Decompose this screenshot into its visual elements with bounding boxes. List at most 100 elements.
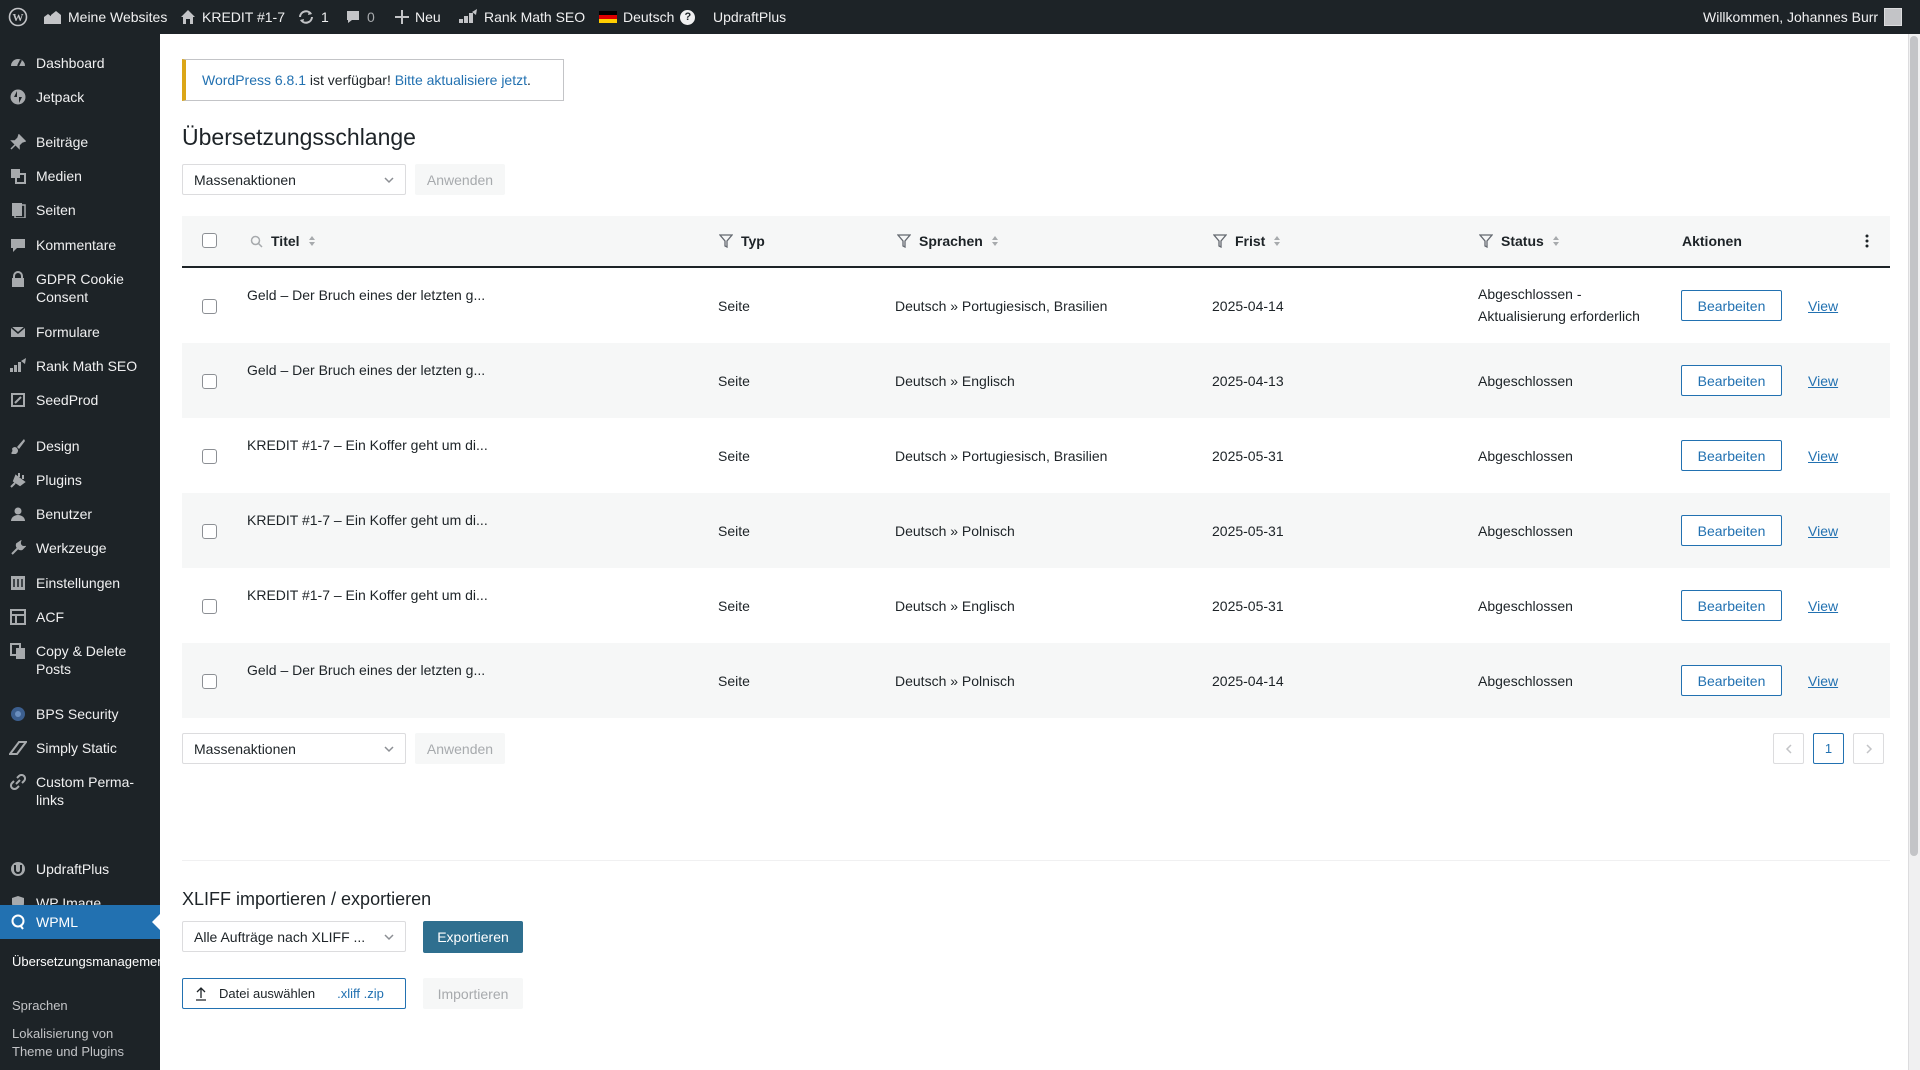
apply-button-bottom[interactable]: Anwenden: [415, 733, 505, 764]
view-link[interactable]: View: [1808, 523, 1838, 539]
view-link[interactable]: View: [1808, 448, 1838, 464]
column-title[interactable]: Titel: [250, 216, 316, 266]
column-languages[interactable]: Sprachen: [897, 216, 999, 266]
view-link[interactable]: View: [1808, 373, 1838, 389]
filter-icon[interactable]: [1479, 234, 1493, 248]
sidebar-item-design[interactable]: Design: [0, 437, 160, 455]
submenu-translation-management[interactable]: Übersetzungsmanagement: [12, 953, 168, 971]
column-type[interactable]: Typ: [719, 216, 765, 266]
bulk-actions-select-bottom[interactable]: Massenaktionen: [182, 733, 406, 764]
search-icon[interactable]: [250, 235, 263, 248]
sidebar-item-custom-permalinks[interactable]: Custom Perma-links: [0, 773, 160, 809]
update-now-link[interactable]: Bitte aktualisiere jetzt: [395, 72, 527, 88]
updraftplus-menu[interactable]: UpdraftPlus: [713, 0, 786, 34]
export-button[interactable]: Exportieren: [423, 921, 523, 953]
edit-button[interactable]: Bearbeiten: [1681, 515, 1782, 546]
pagination-prev[interactable]: [1773, 733, 1804, 764]
sidebar-item-settings[interactable]: Einstellungen: [0, 574, 160, 592]
import-button[interactable]: Importieren: [423, 978, 523, 1009]
page-scrollbar-thumb[interactable]: [1910, 36, 1918, 856]
pagination-current-page[interactable]: 1: [1813, 733, 1844, 764]
comment-icon: [347, 11, 359, 23]
sidebar-item-updraftplus[interactable]: UpdraftPlus: [0, 860, 160, 878]
sidebar-item-simply-static[interactable]: Simply Static: [0, 739, 160, 757]
sidebar-item-pages[interactable]: Seiten: [0, 201, 160, 219]
apply-button-top[interactable]: Anwenden: [415, 164, 505, 195]
sidebar-item-plugins[interactable]: Plugins: [0, 471, 160, 489]
upload-icon: [196, 986, 206, 1001]
sidebar-item-media[interactable]: Medien: [0, 167, 160, 185]
more-options-icon[interactable]: [1865, 216, 1869, 266]
help-icon[interactable]: ?: [680, 9, 696, 25]
sidebar-item-users[interactable]: Benutzer: [0, 505, 160, 523]
sidebar-item-dashboard[interactable]: Dashboard: [0, 54, 160, 72]
filter-icon[interactable]: [897, 234, 911, 248]
row-deadline: 2025-05-31: [1212, 448, 1284, 464]
sort-icon[interactable]: [1273, 235, 1281, 247]
view-link[interactable]: View: [1808, 673, 1838, 689]
view-link[interactable]: View: [1808, 598, 1838, 614]
submenu-languages[interactable]: Sprachen: [12, 997, 152, 1015]
sidebar-item-rank-math-seo[interactable]: Rank Math SEO: [0, 357, 160, 375]
pagination-next[interactable]: [1853, 733, 1884, 764]
wordpress-logo-icon[interactable]: W: [8, 0, 28, 34]
my-sites-menu[interactable]: Meine Websites: [42, 0, 167, 34]
new-content-menu[interactable]: Neu: [395, 0, 441, 34]
column-deadline[interactable]: Frist: [1213, 216, 1281, 266]
sidebar-item-copy-delete-posts[interactable]: Copy & Delete Posts: [0, 642, 160, 678]
edit-button[interactable]: Bearbeiten: [1681, 440, 1782, 471]
view-link[interactable]: View: [1808, 298, 1838, 314]
row-checkbox[interactable]: [202, 449, 217, 464]
account-menu[interactable]: Willkommen, Johannes Burr: [1703, 0, 1903, 34]
row-title[interactable]: KREDIT #1-7 – Ein Koffer geht um di...: [247, 437, 488, 453]
row-title[interactable]: KREDIT #1-7 – Ein Koffer geht um di...: [247, 512, 488, 528]
row-checkbox[interactable]: [202, 524, 217, 539]
wordpress-version-link[interactable]: WordPress 6.8.1: [202, 72, 306, 88]
row-checkbox[interactable]: [202, 299, 217, 314]
edit-button[interactable]: Bearbeiten: [1681, 365, 1782, 396]
row-checkbox[interactable]: [202, 599, 217, 614]
sidebar-item-forms[interactable]: Formulare: [0, 323, 160, 341]
select-all-checkbox[interactable]: [202, 233, 217, 248]
row-title[interactable]: Geld – Der Bruch eines der letzten g...: [247, 662, 485, 678]
comments-menu[interactable]: 0: [345, 0, 375, 34]
rank-math-menu[interactable]: Rank Math SEO: [458, 0, 585, 34]
sidebar-item-comments[interactable]: Kommentare: [0, 236, 160, 254]
row-title[interactable]: Geld – Der Bruch eines der letzten g...: [247, 362, 485, 378]
site-menu[interactable]: KREDIT #1-7: [180, 0, 285, 34]
pin-icon: [9, 133, 27, 151]
sidebar-item-tools[interactable]: Werkzeuge: [0, 539, 160, 557]
lock-icon: [9, 270, 27, 288]
file-picker[interactable]: Datei auswählen .xliff .zip: [182, 978, 406, 1009]
bulk-actions-select-top[interactable]: Massenaktionen: [182, 164, 406, 195]
row-checkbox[interactable]: [202, 674, 217, 689]
row-title[interactable]: Geld – Der Bruch eines der letzten g...: [247, 287, 485, 303]
row-title[interactable]: KREDIT #1-7 – Ein Koffer geht um di...: [247, 587, 488, 603]
row-checkbox[interactable]: [202, 374, 217, 389]
sidebar-item-posts[interactable]: Beiträge: [0, 133, 160, 151]
filter-icon[interactable]: [719, 234, 733, 248]
column-title-label: Titel: [271, 233, 300, 249]
column-status[interactable]: Status: [1479, 216, 1560, 266]
sort-icon[interactable]: [991, 235, 999, 247]
xliff-export-select[interactable]: Alle Aufträge nach XLIFF ...: [182, 921, 406, 952]
sidebar-item-bps-security[interactable]: BPS Security: [0, 705, 160, 723]
row-type: Seite: [718, 298, 750, 314]
updraftplus-label: UpdraftPlus: [713, 9, 787, 25]
sidebar-item-jetpack[interactable]: Jetpack: [0, 88, 160, 106]
sort-icon[interactable]: [308, 235, 316, 247]
edit-button[interactable]: Bearbeiten: [1681, 590, 1782, 621]
sidebar-item-wpml[interactable]: WPML: [0, 905, 160, 939]
sidebar-item-gdpr-cookie-consent[interactable]: GDPR Cookie Consent: [0, 270, 160, 306]
language-switcher[interactable]: Deutsch ?: [599, 0, 696, 34]
submenu-theme-plugin-localization[interactable]: Lokalisierung von Theme und Plugins: [12, 1025, 152, 1061]
table-row: Geld – Der Bruch eines der letzten g... …: [182, 268, 1890, 343]
language-label: Deutsch: [623, 9, 675, 25]
edit-button[interactable]: Bearbeiten: [1681, 290, 1782, 321]
sidebar-item-seedprod[interactable]: SeedProd: [0, 391, 160, 409]
sidebar-item-acf[interactable]: ACF: [0, 608, 160, 626]
edit-button[interactable]: Bearbeiten: [1681, 665, 1782, 696]
sort-icon[interactable]: [1552, 235, 1560, 247]
filter-icon[interactable]: [1213, 234, 1227, 248]
updates-menu[interactable]: 1: [297, 0, 329, 34]
